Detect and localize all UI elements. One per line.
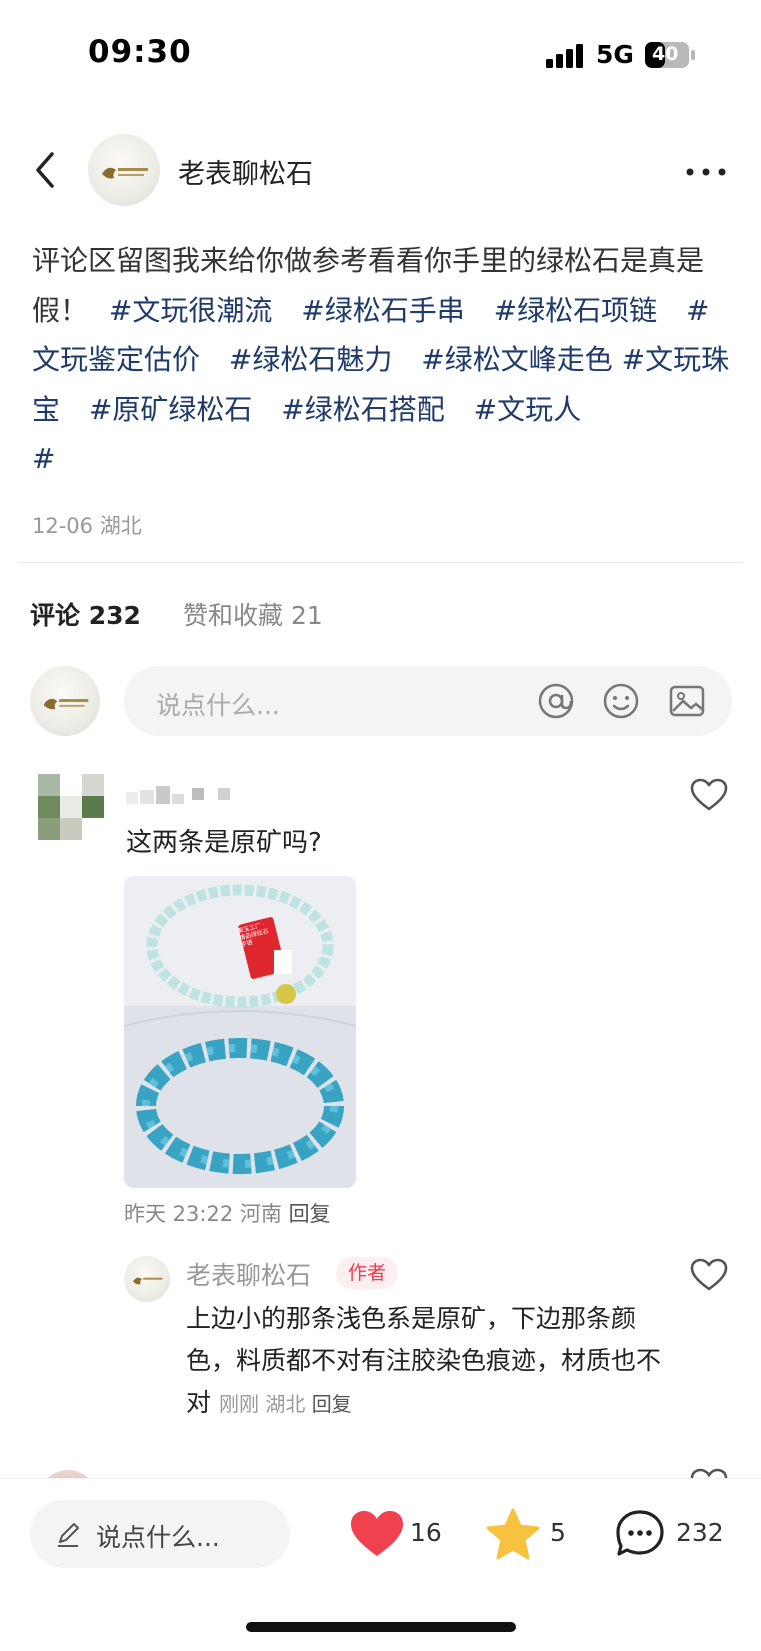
author-avatar[interactable] [88, 134, 160, 206]
hashtag[interactable]: #绿松石搭配 [281, 393, 444, 426]
pencil-icon [58, 1523, 79, 1547]
like-heart-icon[interactable] [350, 1510, 404, 1558]
hashtag[interactable]: #绿松文峰走色 [421, 343, 612, 376]
hashtag[interactable]: #绿松石项链 [494, 294, 657, 327]
post-date-location: 12-06 湖北 [32, 514, 142, 538]
hashtag[interactable]: #绿松石手串 [301, 294, 464, 327]
status-time: 09:30 [88, 34, 192, 70]
battery-icon: 40 [645, 42, 695, 68]
post-content: 评论区留图我来给你做参考看看你手里的绿松石是真是假！ #文玩很潮流 #绿松石手串… [32, 236, 732, 484]
hashtag[interactable]: #原矿绿松石 [89, 393, 252, 426]
reply-author-name[interactable]: 老表聊松石 [186, 1256, 311, 1292]
like-comment-icon[interactable] [690, 778, 728, 812]
network-label: 5G [596, 40, 634, 69]
author-name[interactable]: 老表聊松石 [178, 152, 313, 191]
hashtag[interactable]: #文玩人 [474, 393, 581, 426]
author-badge: 作者 [336, 1257, 398, 1289]
favorite-count: 5 [550, 1518, 566, 1547]
tab-comments-count: 232 [88, 601, 141, 630]
reply-button[interactable]: 回复 [312, 1392, 352, 1416]
favorite-star-icon[interactable] [486, 1508, 540, 1560]
comment-text: 这两条是原矿吗? [126, 828, 322, 858]
reply-author-avatar[interactable] [124, 1256, 170, 1302]
reply-location: 湖北 [265, 1392, 306, 1416]
mention-icon[interactable] [536, 681, 576, 721]
comment-time: 昨天 23:22 [124, 1202, 234, 1226]
home-indicator [246, 1622, 516, 1632]
battery-level: 40 [652, 43, 679, 65]
comment-meta: 昨天 23:22 河南 回复 [124, 1198, 331, 1228]
commenter-avatar[interactable] [38, 774, 104, 840]
hashtag[interactable]: #绿松石魅力 [229, 343, 392, 376]
tab-comments-label: 评论 [30, 601, 81, 630]
reply-time: 刚刚 [218, 1392, 259, 1416]
avatar-logo-icon [43, 698, 89, 710]
hashtag-trailing: # [32, 442, 56, 475]
tab-likes-favorites[interactable]: 赞和收藏 21 [183, 596, 323, 632]
comment-count: 232 [676, 1518, 724, 1547]
like-reply-icon[interactable] [690, 1258, 728, 1292]
comment-bubble-icon[interactable] [614, 1508, 666, 1560]
my-avatar [30, 666, 100, 736]
reply-meta: 刚刚 湖北 回复 [219, 1392, 352, 1416]
emoji-icon[interactable] [601, 681, 641, 721]
tab-likes-count: 21 [290, 601, 323, 630]
bracelet-photo [124, 876, 356, 1188]
reply-button[interactable]: 回复 [289, 1202, 331, 1226]
reply-content: 上边小的那条浅色系是原矿，下边那条颜色，料质都不对有注胶染色痕迹，材质也不对 刚… [186, 1298, 666, 1425]
comment-location: 河南 [239, 1202, 282, 1226]
bottom-input-placeholder: 说点什么... [96, 1523, 220, 1552]
like-count: 16 [410, 1518, 442, 1547]
avatar-logo-icon [102, 167, 148, 179]
signal-icon [546, 44, 583, 68]
back-arrow-icon[interactable] [30, 146, 62, 194]
comment-photo[interactable]: 聚玉工厂 · 精品绿松石 手链 [124, 876, 356, 1188]
more-options-icon[interactable] [686, 168, 726, 176]
image-icon[interactable] [667, 681, 707, 721]
commenter-name-redacted [126, 786, 230, 804]
avatar-logo-icon [132, 1277, 163, 1285]
tab-likes-label: 赞和收藏 [183, 601, 284, 630]
comment-input-placeholder: 说点什么... [156, 691, 280, 720]
tab-comments[interactable]: 评论 232 [30, 596, 141, 632]
divider [18, 562, 743, 563]
hashtag[interactable]: #文玩很潮流 [109, 294, 272, 327]
